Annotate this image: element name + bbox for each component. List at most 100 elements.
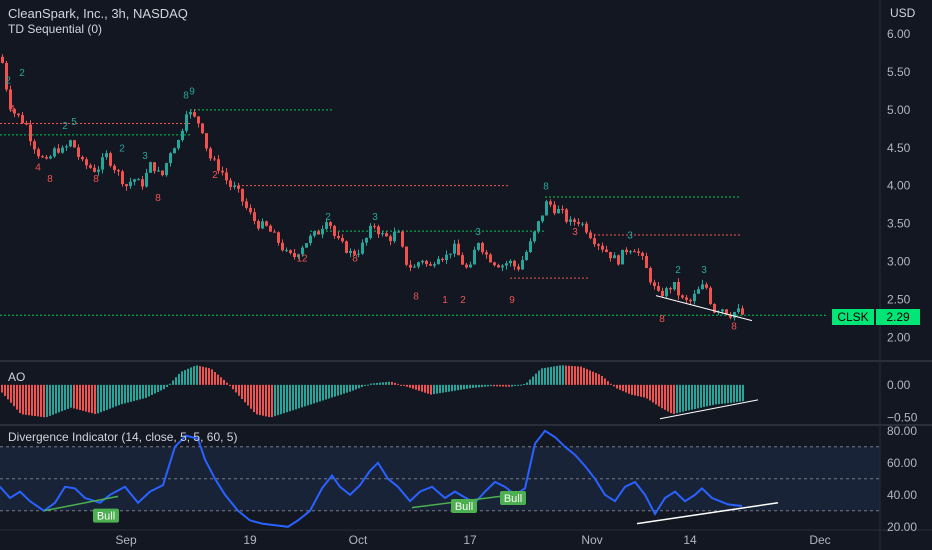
candle <box>225 172 228 181</box>
ao-bar <box>721 384 723 404</box>
ao-bar <box>280 384 282 415</box>
candle <box>721 309 724 312</box>
td-count-label: 2 <box>62 121 68 132</box>
candle <box>601 245 604 250</box>
candle <box>613 255 616 259</box>
candle <box>345 241 348 253</box>
td-count-label: 1 <box>442 295 448 306</box>
ao-bar <box>310 384 312 405</box>
candle <box>121 171 124 185</box>
candle <box>481 242 484 253</box>
ao-bar <box>262 384 264 416</box>
candle <box>17 113 20 116</box>
candle <box>457 243 460 256</box>
ao-bar <box>259 384 261 416</box>
ao-bar <box>661 384 663 409</box>
divergence-indicator-label[interactable]: Divergence Indicator (14, close, 5, 5, 6… <box>8 430 237 444</box>
td-count-label: 2 <box>19 68 25 79</box>
ao-bar <box>70 384 72 408</box>
candle <box>629 251 632 253</box>
ao-bar <box>658 384 660 407</box>
time-tick-label: Dec <box>809 533 830 547</box>
candle <box>289 250 292 254</box>
ao-bar <box>517 384 519 386</box>
ao-bar <box>76 384 78 410</box>
ao-bar <box>190 367 192 385</box>
ao-bar <box>85 384 87 412</box>
ao-bar <box>733 384 735 403</box>
ao-bar <box>538 370 540 385</box>
ao-bar <box>610 383 612 385</box>
candle <box>361 242 364 254</box>
candle <box>493 262 496 266</box>
td-count-label: 2 <box>212 170 218 181</box>
ao-bar <box>502 384 504 387</box>
ao-bar <box>403 384 405 386</box>
chart-canvas[interactable]: 6.005.505.004.504.003.503.002.502.002242… <box>0 0 932 550</box>
candle <box>229 180 232 187</box>
ao-bar <box>547 367 549 385</box>
price-tick-label: 2.50 <box>887 292 911 306</box>
candle <box>37 149 40 157</box>
candle <box>437 258 440 265</box>
candle <box>237 185 240 189</box>
candle <box>553 204 556 214</box>
ao-bar <box>271 384 273 418</box>
candle <box>665 288 668 297</box>
ao-bar <box>451 384 453 392</box>
ao-bar <box>286 384 288 413</box>
td-count-label: 3 <box>372 212 378 223</box>
price-tick-label: 4.50 <box>887 141 911 155</box>
ao-bar <box>256 384 258 415</box>
ao-bar <box>106 384 108 410</box>
time-tick-label: Nov <box>581 533 602 547</box>
ao-bar <box>616 384 618 389</box>
ao-bar <box>643 384 645 398</box>
ao-bar <box>265 384 267 417</box>
candle <box>689 299 692 302</box>
ao-bar <box>208 368 210 385</box>
candle <box>317 231 320 235</box>
ao-bar <box>328 384 330 399</box>
ao-bar <box>409 384 411 388</box>
candle <box>1 56 4 63</box>
candle <box>669 288 672 290</box>
ao-label[interactable]: AO <box>8 370 25 384</box>
ao-bar <box>88 384 90 413</box>
ao-bar <box>415 384 417 390</box>
ao-tick-label: 0.00 <box>887 378 911 392</box>
ao-bar <box>205 367 207 385</box>
ao-bar <box>37 384 39 417</box>
candle <box>701 284 704 290</box>
ao-bar <box>298 384 300 409</box>
td-count-label: 8 <box>731 322 737 333</box>
candle <box>149 162 152 173</box>
ao-bar <box>640 384 642 397</box>
candle <box>409 264 412 268</box>
td-count-label: 8 <box>352 253 358 264</box>
candle <box>269 225 272 232</box>
ao-bar <box>739 384 741 402</box>
ao-bar <box>34 384 36 417</box>
candle <box>429 264 432 266</box>
ao-bar <box>532 376 534 385</box>
candle <box>309 235 312 244</box>
ao-bar <box>112 384 114 408</box>
candle <box>137 179 140 181</box>
ao-bar <box>133 384 135 402</box>
candle <box>377 226 380 235</box>
ao-bar <box>100 384 102 413</box>
ao-bar <box>241 384 243 399</box>
candle <box>245 201 248 208</box>
candle <box>685 297 688 300</box>
ao-bar <box>94 384 96 414</box>
td-count-label: 2 <box>119 144 125 155</box>
ao-bar <box>427 384 429 394</box>
ao-bar <box>358 384 360 389</box>
candle <box>141 179 144 187</box>
ao-bar <box>16 384 18 410</box>
td-sequential-label[interactable]: TD Sequential (0) <box>8 22 102 36</box>
candle <box>157 170 160 172</box>
candle <box>25 123 28 125</box>
ao-bar <box>169 383 171 385</box>
